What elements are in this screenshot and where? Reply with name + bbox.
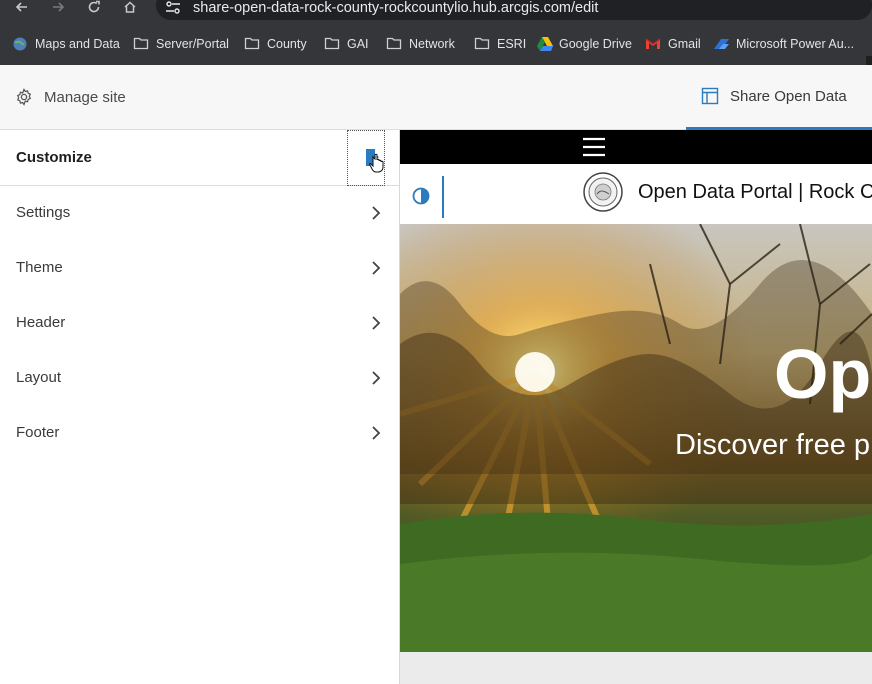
bookmark-label: Maps and Data — [35, 37, 120, 51]
preview-content-area — [400, 652, 872, 684]
back-arrow-icon[interactable] — [10, 0, 34, 18]
contrast-toggle-button[interactable] — [412, 176, 444, 218]
panel-title: Customize — [16, 149, 92, 166]
bookmark-maps-and-data[interactable]: Maps and Data — [12, 35, 120, 53]
tab-label: Share Open Data — [730, 88, 847, 105]
bookmark-gmail[interactable]: Gmail — [645, 35, 701, 53]
gmail-icon — [645, 36, 663, 52]
chevron-right-icon — [372, 426, 381, 440]
bookmark-esri[interactable]: ESRI — [474, 35, 526, 53]
panel-collapse-icon — [366, 149, 384, 173]
contrast-icon — [412, 187, 430, 205]
menu-item-layout[interactable]: Layout — [0, 351, 400, 406]
customize-panel: Customize Settings Theme Header Layout F… — [0, 130, 400, 684]
preview-top-bar — [400, 130, 872, 164]
hero-banner: Op Discover free p — [400, 224, 872, 652]
hero-title: Op — [774, 335, 872, 413]
site-preview: Open Data Portal | Rock C Op Discover fr… — [400, 130, 872, 684]
chevron-right-icon — [372, 371, 381, 385]
manage-site-label: Manage site — [44, 88, 126, 106]
menu-item-footer[interactable]: Footer — [0, 406, 400, 461]
layout-icon — [701, 87, 719, 105]
chevron-right-icon — [372, 316, 381, 330]
portal-title[interactable]: Open Data Portal | Rock C — [638, 181, 872, 204]
bookmark-power-automate[interactable]: Microsoft Power Au... — [713, 35, 854, 53]
menu-item-label: Footer — [16, 424, 60, 441]
hero-subtitle: Discover free p — [675, 429, 871, 461]
bookmark-label: Microsoft Power Au... — [736, 37, 855, 51]
browser-toolbar: share-open-data-rock-county-rockcountyli… — [0, 0, 872, 24]
menu-item-label: Layout — [16, 369, 62, 386]
menu-item-label: Theme — [16, 259, 63, 276]
menu-item-settings[interactable]: Settings — [0, 186, 400, 241]
county-seal-logo — [583, 172, 623, 212]
chevron-right-icon — [372, 206, 381, 220]
panel-header: Customize — [0, 130, 400, 186]
folder-icon — [386, 36, 404, 52]
folder-icon — [244, 36, 262, 52]
google-drive-icon — [536, 36, 554, 52]
bookmark-label: Gmail — [668, 37, 701, 51]
menu-item-theme[interactable]: Theme — [0, 241, 400, 296]
reload-icon[interactable] — [82, 0, 106, 18]
hub-header: Manage site Share Open Data — [0, 65, 872, 130]
folder-icon — [133, 36, 151, 52]
bookmark-label: ESRI — [497, 37, 527, 51]
menu-item-label: Header — [16, 314, 66, 331]
bookmark-gai[interactable]: GAI — [324, 35, 369, 53]
folder-icon — [324, 36, 342, 52]
power-automate-icon — [713, 36, 731, 52]
bookmark-google-drive[interactable]: Google Drive — [536, 35, 632, 53]
manage-site-button[interactable]: Manage site — [14, 87, 126, 107]
tab-share-open-data[interactable]: Share Open Data — [686, 65, 872, 130]
bookmark-label: GAI — [347, 37, 369, 51]
bookmark-label: Server/Portal — [156, 37, 229, 51]
collapse-panel-button[interactable] — [347, 130, 385, 186]
bookmark-label: Network — [409, 37, 455, 51]
menu-item-label: Settings — [16, 204, 71, 221]
forward-arrow-icon[interactable] — [46, 0, 70, 18]
bookmark-label: Google Drive — [559, 37, 632, 51]
bookmark-server-portal[interactable]: Server/Portal — [133, 35, 229, 53]
site-info-icon[interactable] — [164, 0, 182, 16]
gear-icon — [14, 87, 34, 107]
globe-icon — [12, 36, 30, 52]
preview-site-header: Open Data Portal | Rock C — [400, 164, 872, 224]
bookmarks-bar: Maps and Data Server/Portal County GAI N… — [0, 24, 872, 80]
folder-icon — [474, 36, 492, 52]
url-text[interactable]: share-open-data-rock-county-rockcountyli… — [193, 0, 598, 16]
home-icon[interactable] — [118, 0, 142, 18]
bookmark-network[interactable]: Network — [386, 35, 455, 53]
bookmark-label: County — [267, 37, 307, 51]
hamburger-icon[interactable] — [582, 136, 606, 158]
menu-item-header[interactable]: Header — [0, 296, 400, 351]
bookmark-county[interactable]: County — [244, 35, 307, 53]
chevron-right-icon — [372, 261, 381, 275]
